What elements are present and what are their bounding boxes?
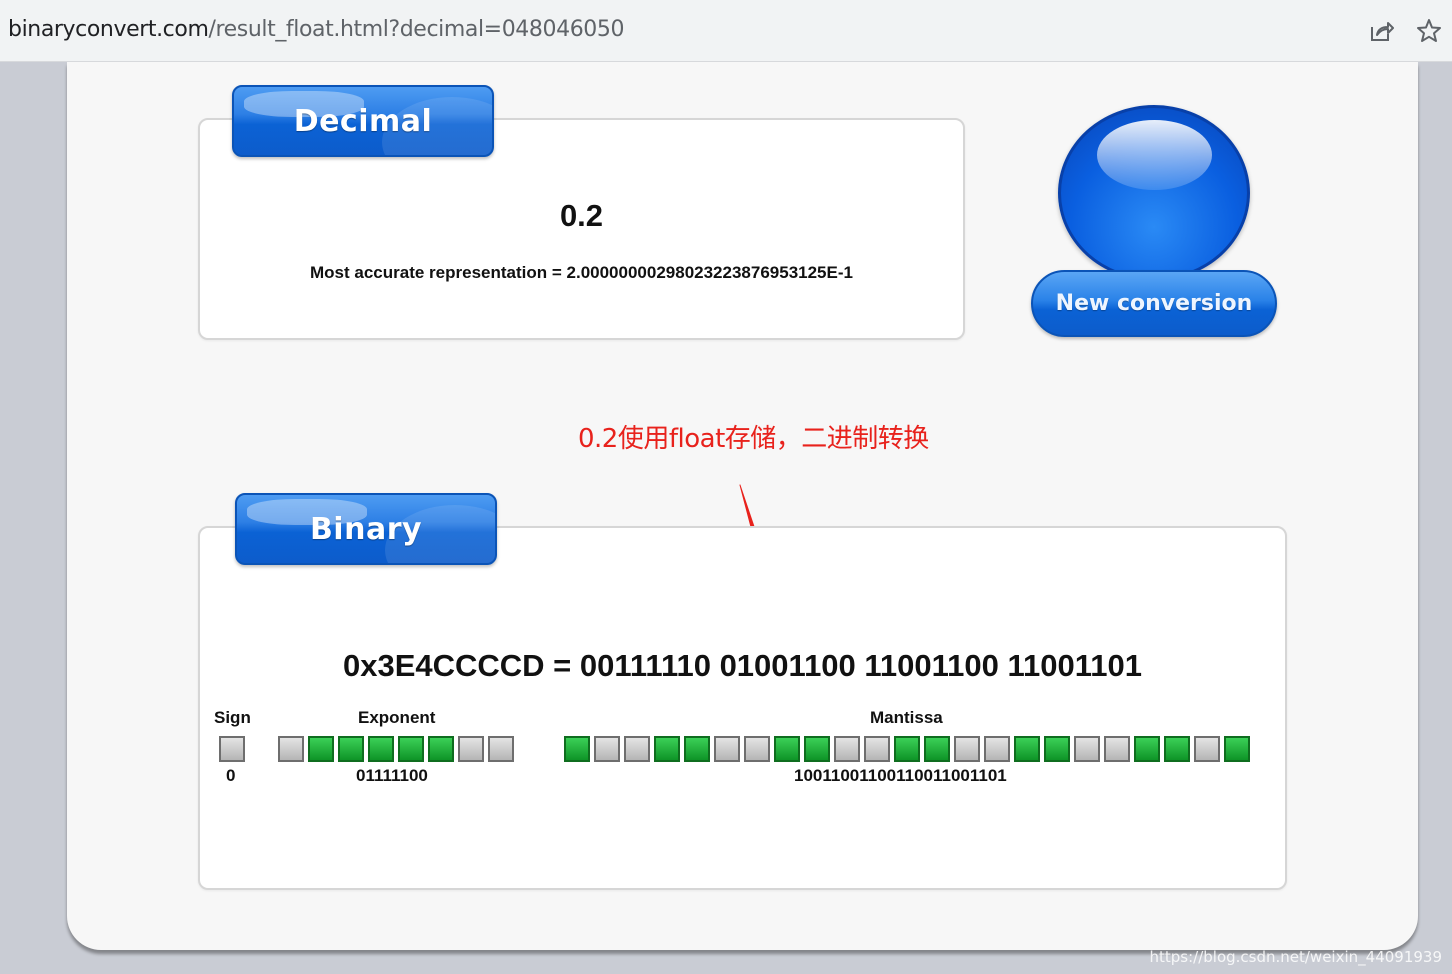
accurate-representation: Most accurate representation = 2.0000000… — [310, 263, 853, 282]
mantissa-bit-checkbox[interactable] — [834, 736, 860, 762]
mantissa-bit-checkbox[interactable] — [1194, 736, 1220, 762]
address-bar[interactable]: binaryconvert.com/result_float.html?deci… — [0, 0, 1452, 62]
mantissa-bit-checkbox[interactable] — [1104, 736, 1130, 762]
url-path: /result_float.html?decimal=048046050 — [208, 17, 625, 42]
new-conversion-ball-icon[interactable] — [1058, 105, 1250, 281]
mantissa-bit-checkbox[interactable] — [864, 736, 890, 762]
annotation-text: 0.2使用float存储，二进制转换 — [578, 424, 929, 454]
url-text[interactable]: binaryconvert.com/result_float.html?deci… — [8, 17, 624, 42]
mantissa-bit-checkbox[interactable] — [624, 736, 650, 762]
binary-tab-label: Binary — [309, 511, 423, 547]
decimal-value: 0.2 — [559, 198, 604, 233]
mantissa-bit-checkbox[interactable] — [1044, 736, 1070, 762]
mantissa-value: 10011001100110011001101 — [794, 766, 1007, 785]
mantissa-bit-checkbox[interactable] — [894, 736, 920, 762]
exponent-bit-checkbox[interactable] — [458, 736, 484, 762]
exponent-bit-checkbox[interactable] — [338, 736, 364, 762]
sign-value: 0 — [226, 766, 236, 785]
mantissa-bit-checkbox[interactable] — [984, 736, 1010, 762]
mantissa-bit-checkbox[interactable] — [564, 736, 590, 762]
mantissa-bit-checkbox[interactable] — [654, 736, 680, 762]
mantissa-bit-checkbox[interactable] — [594, 736, 620, 762]
exponent-bit-checkbox[interactable] — [368, 736, 394, 762]
mantissa-bit-checkbox[interactable] — [1164, 736, 1190, 762]
mantissa-bit-checkbox[interactable] — [1014, 736, 1040, 762]
sign-label: Sign — [214, 708, 251, 727]
mantissa-bit-checkbox[interactable] — [744, 736, 770, 762]
mantissa-label: Mantissa — [870, 708, 943, 727]
exponent-bit-checkbox[interactable] — [398, 736, 424, 762]
mantissa-bit-checkbox[interactable] — [954, 736, 980, 762]
new-conversion-button[interactable]: New conversion — [1031, 270, 1277, 337]
exponent-bit-checkbox[interactable] — [488, 736, 514, 762]
decimal-tab: Decimal — [232, 85, 494, 157]
mantissa-bit-checkbox[interactable] — [684, 736, 710, 762]
mantissa-bits — [564, 736, 1250, 762]
star-icon[interactable] — [1414, 16, 1444, 46]
mantissa-bit-checkbox[interactable] — [1074, 736, 1100, 762]
watermark: https://blog.csdn.net/weixin_44091939 — [1149, 948, 1442, 966]
mantissa-bit-checkbox[interactable] — [1224, 736, 1250, 762]
mantissa-bit-checkbox[interactable] — [774, 736, 800, 762]
decimal-tab-label: Decimal — [293, 103, 433, 139]
mantissa-bit-checkbox[interactable] — [714, 736, 740, 762]
exponent-bit-checkbox[interactable] — [278, 736, 304, 762]
exponent-bit-checkbox[interactable] — [308, 736, 334, 762]
mantissa-bit-checkbox[interactable] — [924, 736, 950, 762]
binary-panel: 0x3E4CCCCD = 00111110 01001100 11001100 … — [198, 526, 1287, 890]
binary-tab: Binary — [235, 493, 497, 565]
exponent-value: 01111100 — [356, 766, 428, 785]
sign-bits — [219, 736, 245, 762]
exponent-bit-checkbox[interactable] — [428, 736, 454, 762]
url-host: binaryconvert.com — [8, 17, 209, 42]
mantissa-bit-checkbox[interactable] — [804, 736, 830, 762]
exponent-label: Exponent — [358, 708, 436, 727]
hex-binary-line: 0x3E4CCCCD = 00111110 01001100 11001100 … — [342, 648, 1143, 683]
share-icon[interactable] — [1366, 16, 1396, 46]
exponent-bits — [278, 736, 514, 762]
sign-bit-checkbox[interactable] — [219, 736, 245, 762]
new-conversion-label: New conversion — [1055, 291, 1253, 316]
mantissa-bit-checkbox[interactable] — [1134, 736, 1160, 762]
